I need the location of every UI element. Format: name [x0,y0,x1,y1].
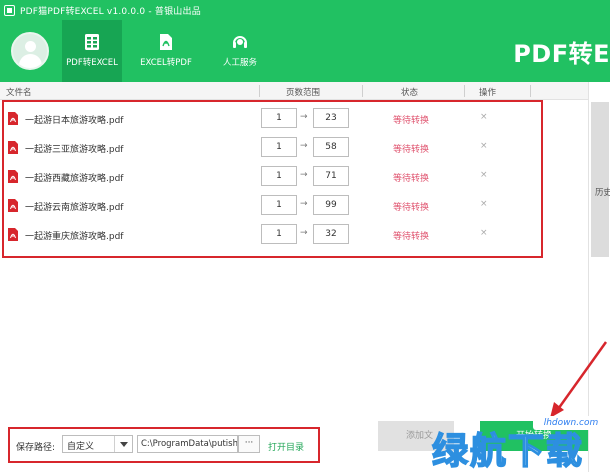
delete-icon[interactable]: × [480,141,488,151]
column-divider [362,85,363,97]
page-from-input[interactable]: 1 [261,137,297,157]
pdf-file-icon [8,228,18,241]
table-header: 文件名 页数范围 状态 操作 [0,82,588,100]
header-toolbar: PDF转EXCEL EXCEL转PDF 人工服务 PDF转E [0,20,610,82]
table-row[interactable]: 一起游云南旅游攻略.pdf 1 → 99 等待转换 × [0,191,588,221]
range-arrow: → [300,199,308,209]
table-row[interactable]: 一起游三亚旅游攻略.pdf 1 → 58 等待转换 × [0,133,588,163]
save-mode-select[interactable]: 自定义 [62,435,133,453]
page-to-input[interactable]: 23 [313,108,349,128]
range-arrow: → [300,141,308,151]
delete-icon[interactable]: × [480,228,488,238]
avatar[interactable] [11,32,49,70]
history-panel: 历史 [588,82,610,472]
tab-label: 人工服务 [222,58,257,68]
page-from-input[interactable]: 1 [261,108,297,128]
pdf-file-icon [8,141,18,154]
save-path-value: C:\ProgramData\putish [141,439,238,449]
headset-icon [233,36,247,48]
app-icon [4,4,15,16]
tab-label: EXCEL转PDF [140,58,192,68]
watermark-url: lhdown.com [533,416,609,430]
page-from-input[interactable]: 1 [261,166,297,186]
history-label[interactable]: 历史 [595,186,610,198]
column-header-pages: 页数范围 [286,88,321,98]
file-name: 一起游三亚旅游攻略.pdf [25,145,124,155]
delete-icon[interactable]: × [480,170,488,180]
range-arrow: → [300,170,308,180]
page-to-input[interactable]: 99 [313,195,349,215]
page-to-input[interactable]: 32 [313,224,349,244]
column-header-status: 状态 [401,88,419,98]
column-divider [259,85,260,97]
status-text: 等待转换 [393,116,430,126]
file-name: 一起游日本旅游攻略.pdf [25,116,124,126]
tab-manual-service[interactable]: 人工服务 [210,20,270,82]
status-text: 等待转换 [393,174,430,184]
pdf-file-icon [8,170,18,183]
column-header-filename: 文件名 [6,88,32,98]
page-to-input[interactable]: 58 [313,137,349,157]
browse-button[interactable]: ··· [238,435,260,453]
open-directory-link[interactable]: 打开目录 [268,440,304,453]
table-row[interactable]: 一起游西藏旅游攻略.pdf 1 → 71 等待转换 × [0,162,588,192]
range-arrow: → [300,112,308,122]
tab-label: PDF转EXCEL [66,58,118,68]
status-text: 等待转换 [393,145,430,155]
pdf-icon [160,34,172,50]
column-divider [530,85,531,97]
brand-title: PDF转E [513,40,610,68]
status-text: 等待转换 [393,203,430,213]
column-divider [464,85,465,97]
pdf-file-icon [8,112,18,125]
file-name: 一起游云南旅游攻略.pdf [25,203,124,213]
status-text: 等待转换 [393,232,430,242]
page-from-input[interactable]: 1 [261,195,297,215]
save-mode-value: 自定义 [67,442,95,452]
title-bar: PDF猫PDF转EXCEL v1.0.0.0 - 普银山出品 [0,0,610,20]
table-row[interactable]: 一起游重庆旅游攻略.pdf 1 → 32 等待转换 × [0,220,588,250]
column-header-action: 操作 [479,88,497,98]
window-title: PDF猫PDF转EXCEL v1.0.0.0 - 普银山出品 [20,6,201,17]
file-name: 一起游重庆旅游攻略.pdf [25,232,124,242]
chevron-down-icon[interactable] [114,436,132,452]
pdf-file-icon [8,199,18,212]
page-from-input[interactable]: 1 [261,224,297,244]
scrollbar[interactable] [591,102,609,257]
delete-icon[interactable]: × [480,112,488,122]
delete-icon[interactable]: × [480,199,488,209]
file-name: 一起游西藏旅游攻略.pdf [25,174,124,184]
save-path-input[interactable]: C:\ProgramData\putish [137,435,238,453]
range-arrow: → [300,228,308,238]
tab-pdf-to-excel[interactable]: PDF转EXCEL [62,20,122,82]
save-path-label: 保存路径: [16,443,56,453]
table-row[interactable]: 一起游日本旅游攻略.pdf 1 → 23 等待转换 × [0,104,588,134]
page-to-input[interactable]: 71 [313,166,349,186]
spreadsheet-icon [85,34,99,50]
tab-excel-to-pdf[interactable]: EXCEL转PDF [136,20,196,82]
